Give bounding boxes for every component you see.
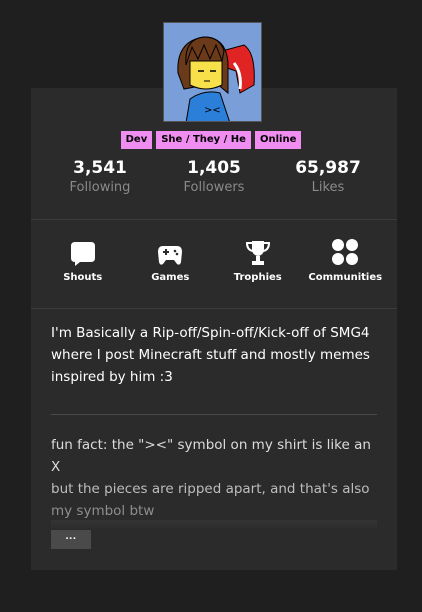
stats-divider xyxy=(31,219,397,220)
trophy-icon xyxy=(218,238,298,266)
profile-nav: Shouts Games Trophies Communities xyxy=(31,238,397,283)
dev-badge: Dev xyxy=(120,131,153,149)
badge-row: Dev She / They / He Online xyxy=(0,131,422,149)
likes-label: Likes xyxy=(311,180,345,195)
bio-text: I'm Basically a Rip-off/Spin-off/Kick-of… xyxy=(51,325,370,385)
likes-stat: 65,987 Likes xyxy=(278,157,378,197)
nav-communities[interactable]: Communities xyxy=(305,238,385,283)
nav-shouts-label: Shouts xyxy=(63,272,103,283)
stats-row: 3,541 Following 1,405 Followers 65,987 L… xyxy=(31,157,397,197)
fun-fact: fun fact: the "><" symbol on my shirt is… xyxy=(51,434,377,522)
nav-divider xyxy=(31,308,397,309)
nav-trophies-label: Trophies xyxy=(233,272,282,283)
speech-bubble-icon xyxy=(43,238,123,266)
online-badge: Online xyxy=(254,131,302,149)
svg-text:><: >< xyxy=(204,105,221,116)
nav-trophies[interactable]: Trophies xyxy=(218,238,298,283)
fun-fact-line: my symbol btw xyxy=(51,503,155,519)
nav-games-label: Games xyxy=(151,272,190,283)
following-count: 3,541 xyxy=(73,158,127,178)
nav-shouts[interactable]: Shouts xyxy=(43,238,123,283)
following-stat[interactable]: 3,541 Following xyxy=(50,157,150,197)
followers-stat[interactable]: 1,405 Followers xyxy=(164,157,264,197)
show-more-button[interactable]: ··· xyxy=(51,530,91,549)
nav-games[interactable]: Games xyxy=(130,238,210,283)
bio-separator xyxy=(51,414,377,415)
communities-icon xyxy=(305,238,385,266)
avatar[interactable]: >< xyxy=(163,22,262,122)
nav-communities-label: Communities xyxy=(308,272,383,283)
gamepad-icon xyxy=(130,238,210,266)
fun-fact-line: fun fact: the "><" symbol on my shirt is… xyxy=(51,437,371,475)
fun-fact-line: but the pieces are ripped apart, and tha… xyxy=(51,481,370,497)
following-label: Following xyxy=(69,180,131,195)
likes-count: 65,987 xyxy=(295,158,361,178)
pronouns-badge: She / They / He xyxy=(156,131,251,149)
truncated-text-fade xyxy=(51,520,377,530)
followers-count: 1,405 xyxy=(187,158,241,178)
followers-label: Followers xyxy=(183,180,245,195)
